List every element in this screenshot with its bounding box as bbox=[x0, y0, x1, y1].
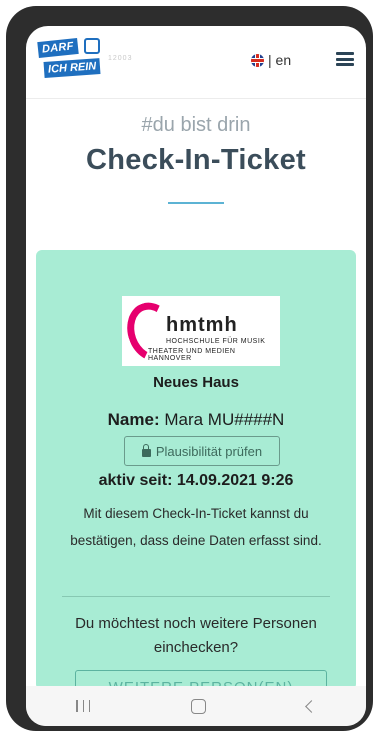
ticket-card: hmtmh HOCHSCHULE FÜR MUSIK THEATER UND M… bbox=[36, 250, 356, 706]
language-label: | en bbox=[268, 52, 292, 68]
title-accent-line bbox=[168, 202, 224, 204]
card-divider bbox=[62, 596, 330, 597]
check-button-label: Plausibilität prüfen bbox=[155, 443, 263, 459]
venue-logo: hmtmh HOCHSCHULE FÜR MUSIK THEATER UND M… bbox=[119, 295, 280, 369]
language-switcher[interactable]: | en bbox=[251, 52, 291, 68]
uk-flag-icon bbox=[251, 53, 264, 67]
recent-apps-icon[interactable] bbox=[76, 700, 91, 712]
ticket-description: Mit diesem Check-In-Ticket kannst du bes… bbox=[70, 506, 322, 548]
back-icon[interactable] bbox=[304, 699, 318, 713]
page-subtitle: #du bist drin bbox=[141, 114, 251, 136]
darf-ich-rein-logo[interactable]: DARF ICH REIN bbox=[37, 37, 102, 82]
header-divider bbox=[26, 98, 366, 99]
android-nav-bar bbox=[26, 686, 366, 726]
logo-line1: DARF bbox=[37, 37, 79, 59]
page-title: Check-In-Ticket bbox=[86, 144, 306, 176]
venue-logo-name: hmtmh bbox=[166, 314, 238, 336]
venue-name: Neues Haus bbox=[153, 374, 239, 391]
name-label: Name: bbox=[107, 410, 160, 429]
home-icon[interactable] bbox=[190, 698, 206, 714]
name-value: Mara MU####N bbox=[164, 410, 285, 429]
lock-icon bbox=[141, 443, 151, 457]
screen: DARF ICH REIN 12003 | en #du bist drin C… bbox=[26, 26, 366, 726]
plausibility-check-button[interactable]: Plausibilität prüfen bbox=[124, 436, 280, 466]
logo-tagline: 12003 bbox=[108, 55, 133, 62]
venue-logo-line2: THEATER UND MEDIEN HANNOVER bbox=[148, 348, 236, 362]
app-header: DARF ICH REIN 12003 | en bbox=[26, 26, 366, 98]
phone-frame: DARF ICH REIN 12003 | en #du bist drin C… bbox=[6, 6, 373, 731]
logo-line2: ICH REIN bbox=[43, 58, 101, 78]
venue-logo-line1: HOCHSCHULE FÜR MUSIK bbox=[166, 338, 266, 345]
more-persons-question: Du möchtest noch weitere Personen einche… bbox=[75, 615, 317, 656]
active-since: aktiv seit: 14.09.2021 9:26 bbox=[98, 472, 294, 489]
guest-name-row: Name: Mara MU####N bbox=[36, 410, 356, 430]
thumbs-up-icon bbox=[84, 38, 100, 54]
hamburger-menu-icon[interactable] bbox=[336, 52, 354, 66]
